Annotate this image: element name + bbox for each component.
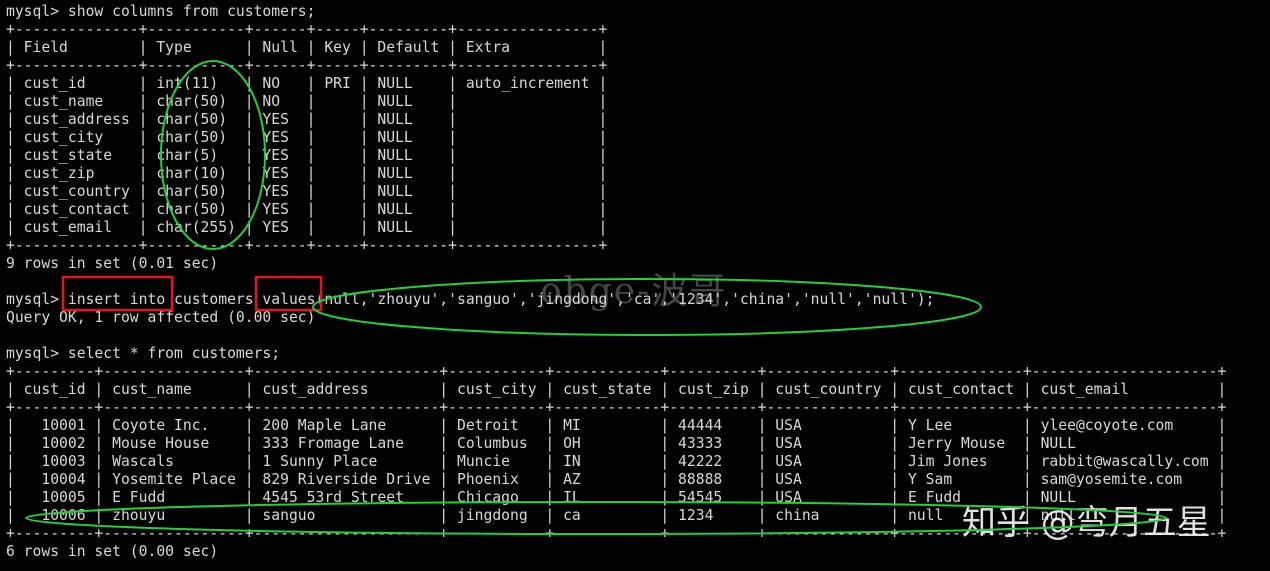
- columns-table-border-top: +--------------+-----------+------+-----…: [6, 21, 608, 38]
- insert-command: mysql> insert into customers values(null…: [6, 291, 935, 308]
- select-command: mysql> select * from customers;: [6, 345, 281, 362]
- customers-table-row: | 10004 | Yosemite Place | 829 Riverside…: [6, 471, 1227, 488]
- customers-table-row: | 10002 | Mouse House | 333 Fromage Lane…: [6, 435, 1227, 452]
- columns-table-row: | cust_country | char(50) | YES | | NULL…: [6, 183, 608, 200]
- columns-table-row: | cust_address | char(50) | YES | | NULL…: [6, 111, 608, 128]
- customers-table-row: | 10001 | Coyote Inc. | 200 Maple Lane |…: [6, 417, 1227, 434]
- customers-table-header: | cust_id | cust_name | cust_address | c…: [6, 381, 1227, 398]
- columns-table-row: | cust_email | char(255) | YES | | NULL …: [6, 219, 608, 236]
- insert-result: Query OK, 1 row affected (0.00 sec): [6, 309, 316, 326]
- customers-table-border-mid: +---------+----------------+------------…: [6, 399, 1227, 416]
- columns-table-row: | cust_name | char(50) | NO | | NULL | |: [6, 93, 608, 110]
- columns-table-border-bottom: +--------------+-----------+------+-----…: [6, 237, 608, 254]
- columns-table-row: | cust_contact | char(50) | YES | | NULL…: [6, 201, 608, 218]
- customers-row-count: 6 rows in set (0.00 sec): [6, 543, 219, 560]
- customers-table-row: | 10005 | E Fudd | 4545 53rd Street | Ch…: [6, 489, 1227, 506]
- columns-table-row: | cust_id | int(11) | NO | PRI | NULL | …: [6, 75, 608, 92]
- columns-table-header: | Field | Type | Null | Key | Default | …: [6, 39, 608, 56]
- customers-table-row: | 10003 | Wascals | 1 Sunny Place | Munc…: [6, 453, 1227, 470]
- columns-table-row: | cust_zip | char(10) | YES | | NULL | |: [6, 165, 608, 182]
- customers-table-border-top: +---------+----------------+------------…: [6, 363, 1227, 380]
- show-columns-command: mysql> show columns from customers;: [6, 3, 316, 20]
- customers-table-border-bottom: +---------+----------------+------------…: [6, 525, 1227, 542]
- columns-table-row: | cust_city | char(50) | YES | | NULL | …: [6, 129, 608, 146]
- columns-row-count: 9 rows in set (0.01 sec): [6, 255, 219, 272]
- customers-table-row-inserted: | 10006 | zhouyu | sanguo | jingdong | c…: [6, 507, 1227, 524]
- columns-table-border-mid: +--------------+-----------+------+-----…: [6, 57, 608, 74]
- columns-table-row: | cust_state | char(5) | YES | | NULL | …: [6, 147, 608, 164]
- terminal-window[interactable]: - mysql> show columns from customers; +-…: [0, 0, 1270, 571]
